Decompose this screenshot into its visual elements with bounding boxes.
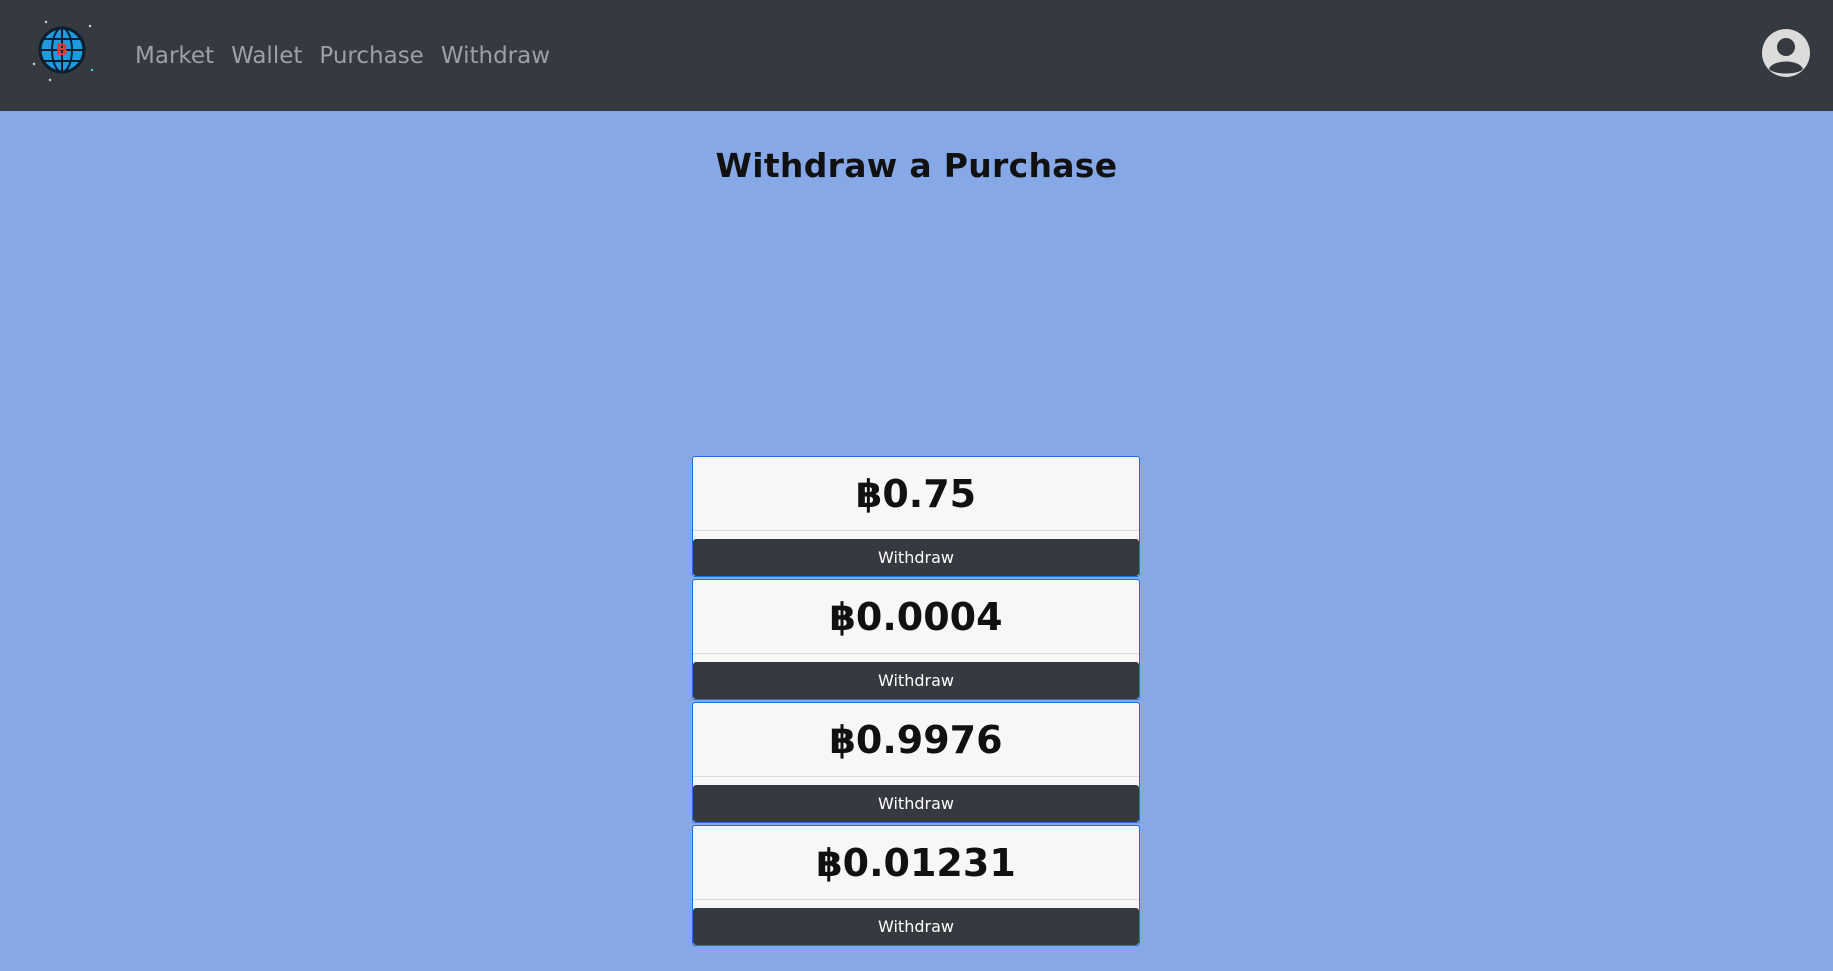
nav-link-market[interactable]: Market	[135, 43, 214, 69]
page-title: Withdraw a Purchase	[715, 146, 1118, 185]
user-avatar-icon[interactable]	[1761, 28, 1811, 78]
nav-link-withdraw[interactable]: Withdraw	[441, 43, 550, 69]
purchase-card: ฿0.9976 Withdraw	[692, 702, 1140, 823]
bitcoin-globe-logo-icon[interactable]: B	[26, 14, 98, 86]
purchase-amount: ฿0.75	[693, 457, 1139, 531]
nav-link-wallet[interactable]: Wallet	[231, 43, 302, 69]
withdraw-button[interactable]: Withdraw	[693, 785, 1139, 822]
purchase-amount: ฿0.01231	[693, 826, 1139, 900]
nav-links: Market Wallet Purchase Withdraw	[135, 0, 567, 111]
svg-text:B: B	[56, 40, 68, 59]
purchase-card: ฿0.01231 Withdraw	[692, 825, 1140, 946]
withdraw-button[interactable]: Withdraw	[693, 539, 1139, 576]
withdraw-button[interactable]: Withdraw	[693, 662, 1139, 699]
purchase-list: ฿0.75 Withdraw ฿0.0004 Withdraw ฿0.9976 …	[692, 456, 1140, 948]
purchase-amount: ฿0.9976	[693, 703, 1139, 777]
purchase-card: ฿0.75 Withdraw	[692, 456, 1140, 577]
top-navbar: B Market Wallet Purchase Withdraw	[0, 0, 1833, 111]
purchase-amount: ฿0.0004	[693, 580, 1139, 654]
withdraw-button[interactable]: Withdraw	[693, 908, 1139, 945]
purchase-card: ฿0.0004 Withdraw	[692, 579, 1140, 700]
nav-link-purchase[interactable]: Purchase	[319, 43, 423, 69]
